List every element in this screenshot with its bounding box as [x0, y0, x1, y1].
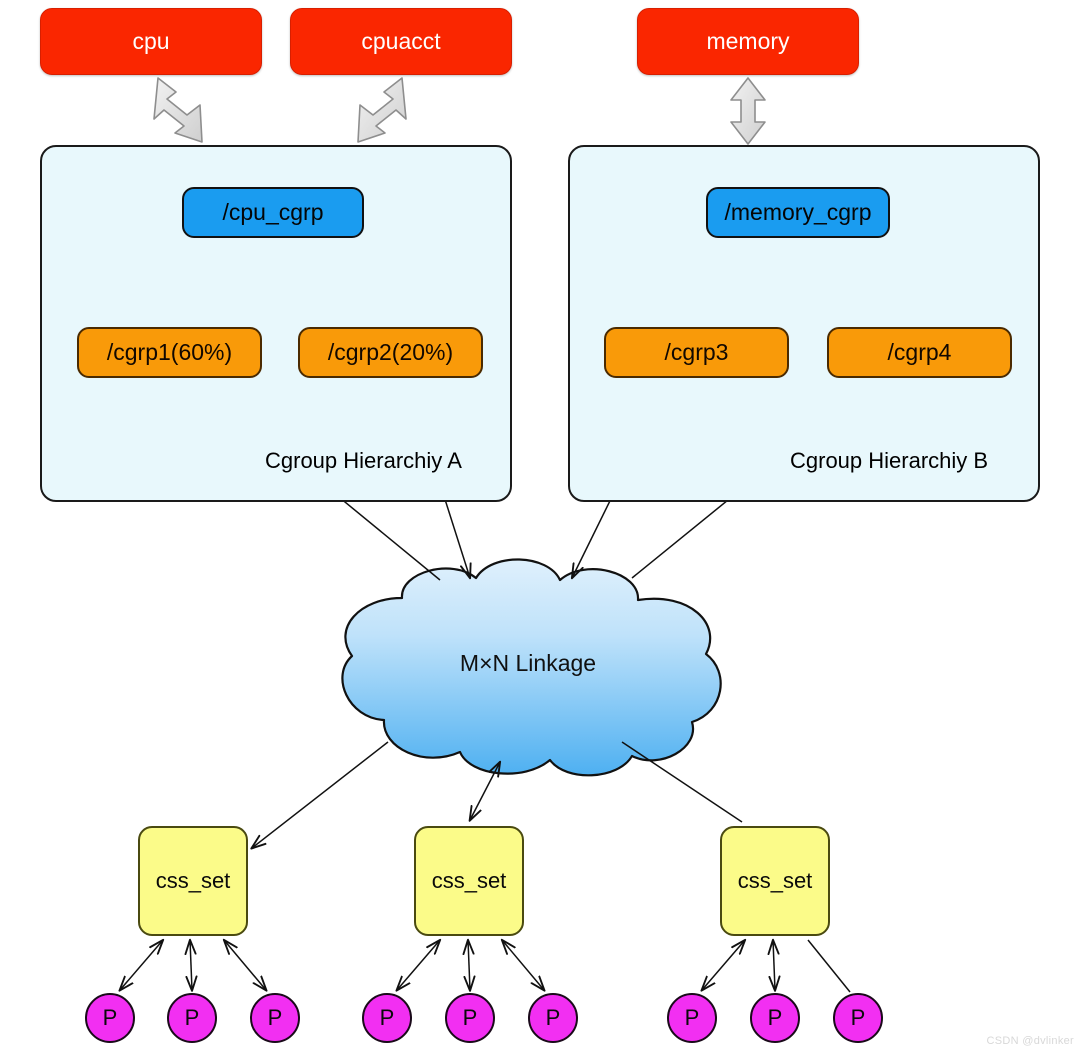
link-cssset3-p7: [702, 940, 745, 990]
process-7[interactable]: P: [667, 993, 717, 1043]
link-cssset1-p2: [190, 940, 192, 990]
process-1[interactable]: P: [85, 993, 135, 1043]
watermark: CSDN @dvlinker: [986, 1035, 1074, 1047]
subsystem-memory[interactable]: memory: [637, 8, 859, 75]
cgroup-memory-cgrp-label: /memory_cgrp: [724, 198, 872, 225]
block-arrow-cpuacct: [357, 77, 407, 143]
cgroup-cgrp1[interactable]: /cgrp1(60%): [77, 327, 262, 378]
link-cssset1-p1: [120, 940, 163, 990]
process-3[interactable]: P: [250, 993, 300, 1043]
hierarchy-a-label: Cgroup Hierarchiy A: [265, 448, 462, 473]
hierarchy-b-label: Cgroup Hierarchiy B: [790, 448, 989, 473]
mxn-linkage-label: M×N Linkage: [459, 649, 597, 676]
cgroup-cgrp2-label: /cgrp2(20%): [327, 338, 454, 365]
cgroup-cgrp3-label: /cgrp3: [664, 338, 729, 365]
link-cssset1-p3: [224, 940, 266, 990]
process-2[interactable]: P: [167, 993, 217, 1043]
process-9[interactable]: P: [833, 993, 883, 1043]
process-5-label: P: [462, 1004, 478, 1030]
subsystem-cpuacct-label: cpuacct: [361, 27, 441, 54]
css-set-3[interactable]: css_set: [720, 826, 830, 936]
subsystem-memory-label: memory: [706, 27, 790, 54]
process-1-label: P: [102, 1004, 118, 1030]
cgroup-memory-cgrp[interactable]: /memory_cgrp: [706, 187, 890, 238]
cgroup-architecture-diagram: Cgroup Hierarchiy A Cgroup Hierarchiy B …: [0, 0, 1080, 1053]
subsystem-cpuacct[interactable]: cpuacct: [290, 8, 512, 75]
block-arrow-memory: [730, 77, 766, 145]
cgroup-cgrp4[interactable]: /cgrp4: [827, 327, 1012, 378]
css-set-1-label: css_set: [155, 867, 231, 893]
process-4-label: P: [379, 1004, 395, 1030]
process-8-label: P: [767, 1004, 783, 1030]
cgroup-cgrp1-label: /cgrp1(60%): [106, 338, 233, 365]
css-set-3-label: css_set: [737, 867, 813, 893]
subsystem-cpu[interactable]: cpu: [40, 8, 262, 75]
link-cssset2-p6: [502, 940, 544, 990]
css-set-2[interactable]: css_set: [414, 826, 524, 936]
block-arrow-cpu: [153, 77, 203, 143]
subsystem-cpu-label: cpu: [132, 27, 170, 54]
process-6[interactable]: P: [528, 993, 578, 1043]
process-6-label: P: [545, 1004, 561, 1030]
cgroup-cgrp3[interactable]: /cgrp3: [604, 327, 789, 378]
process-2-label: P: [184, 1004, 200, 1030]
link-cssset3-p8: [773, 940, 775, 990]
cgroup-cgrp2[interactable]: /cgrp2(20%): [298, 327, 483, 378]
css-set-1[interactable]: css_set: [138, 826, 248, 936]
link-cloud-cssset-2: [470, 762, 500, 820]
process-8[interactable]: P: [750, 993, 800, 1043]
cgroup-cpu-cgrp-label: /cpu_cgrp: [222, 198, 324, 225]
process-5[interactable]: P: [445, 993, 495, 1043]
process-7-label: P: [684, 1004, 700, 1030]
link-cssset2-p4: [397, 940, 440, 990]
cgroup-cpu-cgrp[interactable]: /cpu_cgrp: [182, 187, 364, 238]
process-9-label: P: [850, 1004, 866, 1030]
process-3-label: P: [267, 1004, 283, 1030]
process-4[interactable]: P: [362, 993, 412, 1043]
cgroup-cgrp4-label: /cgrp4: [887, 338, 952, 365]
css-set-2-label: css_set: [431, 867, 507, 893]
link-cssset3-p9: [807, 939, 851, 993]
link-cssset2-p5: [468, 940, 470, 990]
